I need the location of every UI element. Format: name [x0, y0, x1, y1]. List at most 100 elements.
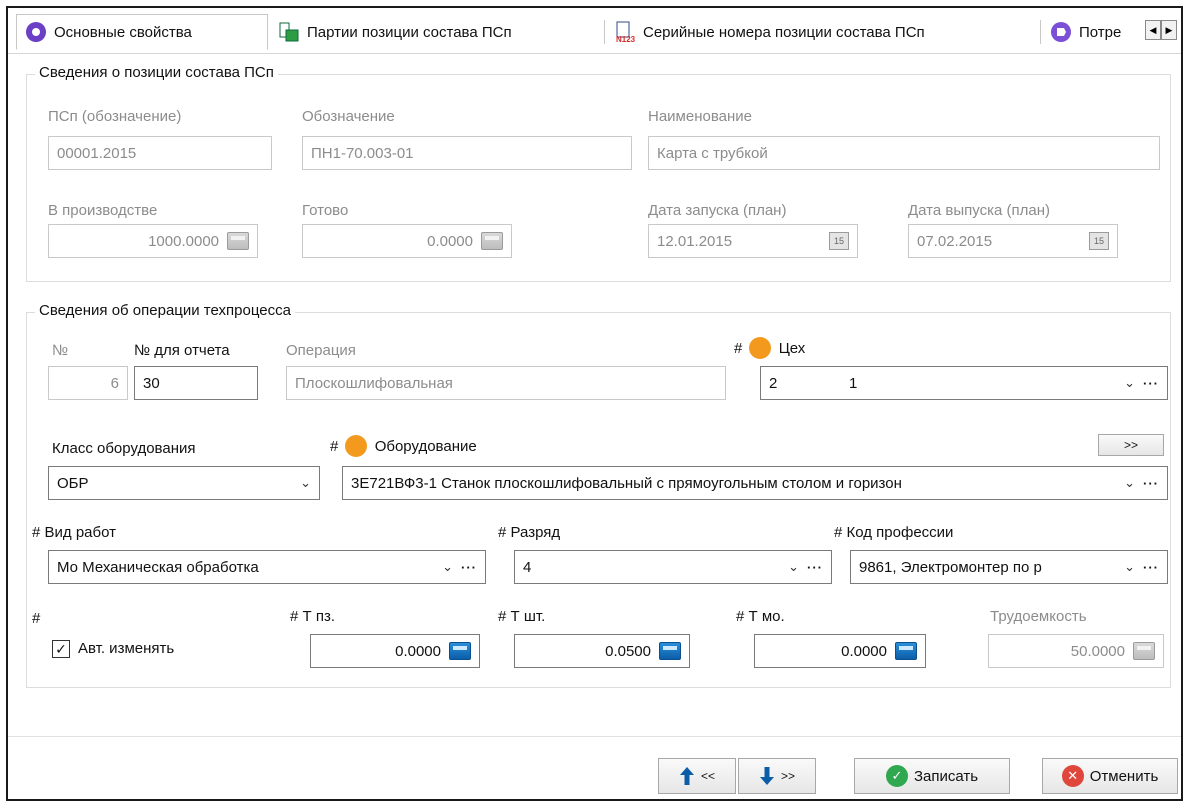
start-date-field: 12.01.2015 15 — [648, 224, 858, 258]
tab-batches[interactable]: Партии позиции состава ПСп — [270, 14, 602, 50]
t-mo-input[interactable]: 0.0000 — [754, 634, 926, 668]
calculator-icon[interactable] — [895, 642, 917, 660]
equipment-class-combo[interactable]: ОБР ⌄ — [48, 466, 320, 500]
cancel-button[interactable]: ✕ Отменить — [1042, 758, 1178, 794]
required-marker: # — [734, 339, 743, 357]
chevron-down-icon[interactable]: ⌄ — [442, 559, 453, 575]
required-marker: # — [32, 524, 41, 541]
equipment-icon — [344, 435, 367, 457]
tab-label: Потре — [1079, 23, 1122, 41]
properties-window: Основные свойства Партии позиции состава… — [6, 6, 1183, 801]
svg-text:N123: N123 — [616, 35, 636, 43]
more-options-button[interactable]: ··· — [1143, 476, 1159, 491]
previous-label: << — [700, 769, 715, 783]
work-type-combo[interactable]: Мо Механическая обработка ⌄ ··· — [48, 550, 486, 584]
workshop-label-row: # Цех — [734, 337, 805, 360]
workshop-combo[interactable]: 2 1 ⌄ ··· — [760, 366, 1168, 400]
report-number-input[interactable]: 30 — [134, 366, 258, 400]
check-icon: ✓ — [885, 765, 908, 787]
work-type-label-row: # Вид работ — [32, 524, 116, 541]
profession-combo[interactable]: 9861, Электромонтер по р ⌄ ··· — [850, 550, 1168, 584]
start-date-label: Дата запуска (план) — [648, 202, 787, 219]
t-sht-label-row: # Т шт. — [498, 608, 545, 625]
grade-combo[interactable]: 4 ⌄ ··· — [514, 550, 832, 584]
t-pz-label: Т пз. — [302, 608, 336, 625]
equipment-combo[interactable]: 3Е721ВФ3-1 Станок плоскошлифовальный с п… — [342, 466, 1168, 500]
psp-value: 00001.2015 — [57, 144, 137, 162]
save-button[interactable]: ✓ Записать — [854, 758, 1010, 794]
chevron-down-icon[interactable]: ⌄ — [788, 559, 799, 575]
profession-value: 9861, Электромонтер по р — [859, 558, 1042, 576]
equipment-value: 3Е721ВФ3-1 Станок плоскошлифовальный с п… — [351, 474, 902, 492]
t-pz-value: 0.0000 — [395, 642, 441, 660]
next-label: >> — [780, 769, 795, 783]
chevron-down-icon[interactable]: ⌄ — [1124, 559, 1135, 575]
t-sht-value: 0.0500 — [605, 642, 651, 660]
calendar-icon: 15 — [829, 232, 849, 250]
tab-requirements[interactable]: Потре — [1042, 14, 1144, 50]
calculator-icon[interactable] — [659, 642, 681, 660]
auto-change-label: Авт. изменять — [78, 640, 175, 657]
labor-value: 50.0000 — [1070, 642, 1125, 660]
calculator-icon — [1133, 642, 1155, 660]
tab-label: Партии позиции состава ПСп — [307, 23, 512, 41]
name-value: Карта с трубкой — [657, 144, 768, 162]
grade-value: 4 — [523, 558, 532, 576]
tab-scroll-left-button[interactable]: ◀ — [1145, 20, 1161, 40]
batch-icon — [279, 22, 299, 42]
group-title: Сведения об операции техпроцесса — [35, 302, 295, 319]
psp-label: ПСп (обозначение) — [48, 108, 182, 125]
calculator-icon[interactable] — [449, 642, 471, 660]
t-pz-input[interactable]: 0.0000 — [310, 634, 480, 668]
chevron-down-icon[interactable]: ⌄ — [1124, 475, 1135, 491]
required-marker: # — [498, 608, 507, 625]
start-date-value: 12.01.2015 — [657, 232, 733, 250]
release-date-field: 07.02.2015 15 — [908, 224, 1118, 258]
required-marker: # — [736, 608, 745, 625]
grade-label-row: # Разряд — [498, 524, 560, 541]
labor-field: 50.0000 — [988, 634, 1164, 668]
tab-label: Основные свойства — [54, 23, 192, 41]
previous-button[interactable]: << — [658, 758, 736, 794]
equipment-label: Оборудование — [374, 437, 477, 455]
designation-field: ПН1-70.003-01 — [302, 136, 632, 170]
tab-bar: Основные свойства Партии позиции состава… — [8, 8, 1181, 54]
more-options-button[interactable]: ··· — [461, 560, 477, 575]
designation-value: ПН1-70.003-01 — [311, 144, 414, 162]
tab-separator — [1040, 20, 1041, 44]
report-number-value: 30 — [143, 374, 160, 392]
arrow-up-icon — [679, 767, 694, 785]
operation-label: Операция — [286, 342, 356, 359]
more-options-button[interactable]: ··· — [807, 560, 823, 575]
equipment-more-button[interactable]: >> — [1098, 434, 1164, 456]
designation-label: Обозначение — [302, 108, 395, 125]
arrow-down-icon — [759, 767, 774, 785]
auto-change-checkbox[interactable]: ✓ — [52, 640, 70, 658]
workshop-icon — [748, 337, 771, 359]
required-marker: # — [330, 437, 339, 455]
chevron-down-icon[interactable]: ⌄ — [1124, 375, 1135, 391]
report-number-label: № для отчета — [134, 342, 230, 359]
close-icon: ✕ — [1061, 765, 1084, 787]
tab-scroll-right-button[interactable]: ▶ — [1161, 20, 1177, 40]
release-date-label: Дата выпуска (план) — [908, 202, 1050, 219]
t-sht-input[interactable]: 0.0500 — [514, 634, 690, 668]
operation-value: Плоскошлифовальная — [295, 374, 453, 392]
name-field: Карта с трубкой — [648, 136, 1160, 170]
name-label: Наименование — [648, 108, 752, 125]
tab-serial-numbers[interactable]: N123 Серийные номера позиции состава ПСп — [606, 14, 1038, 50]
op-number-value: 6 — [110, 374, 119, 392]
required-marker: # — [498, 524, 507, 541]
t-mo-label: Т мо. — [748, 608, 785, 625]
chevron-down-icon[interactable]: ⌄ — [300, 475, 311, 491]
tab-main-properties[interactable]: Основные свойства — [16, 14, 268, 50]
workshop-value: 1 — [849, 374, 858, 392]
serial-number-icon: N123 — [616, 21, 636, 43]
more-options-button[interactable]: ··· — [1143, 560, 1159, 575]
tab-label: Серийные номера позиции состава ПСп — [643, 23, 925, 41]
next-button[interactable]: >> — [738, 758, 816, 794]
more-options-button[interactable]: ··· — [1143, 376, 1159, 391]
required-marker: # — [834, 524, 843, 541]
calendar-icon: 15 — [1089, 232, 1109, 250]
op-number-label: № — [52, 342, 69, 359]
